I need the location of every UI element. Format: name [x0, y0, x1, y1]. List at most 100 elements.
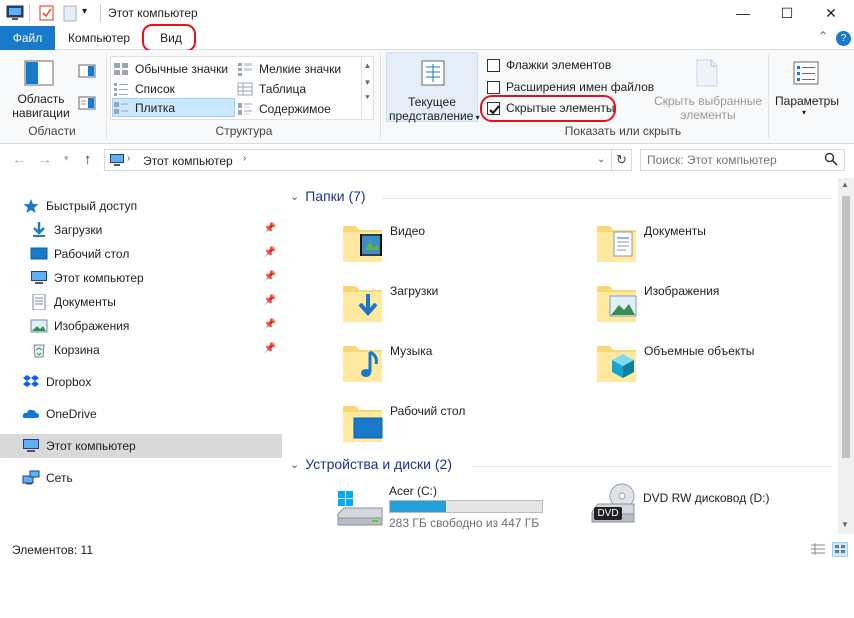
nav-documents[interactable]: Документы 📌 [0, 290, 282, 314]
layout-small-icons[interactable]: Мелкие значки [237, 59, 359, 78]
content-icon [237, 102, 253, 116]
folder-videos[interactable]: Видео [342, 220, 592, 276]
nav-desktop-label: Рабочий стол [54, 247, 130, 261]
maximize-button[interactable]: ☐ [764, 0, 810, 26]
preview-pane-icon[interactable] [78, 64, 96, 78]
collapse-ribbon-icon[interactable]: ⌃ [818, 29, 828, 43]
address-bar[interactable]: › Этот компьютер › ⌄ ↻ [104, 149, 632, 171]
nav-quick-access[interactable]: Быстрый доступ [0, 194, 282, 218]
pin-icon[interactable]: 📌 [264, 343, 276, 354]
collapse-chevron-icon[interactable]: ⌄ [290, 190, 299, 203]
file-extensions-checkbox[interactable] [487, 80, 500, 94]
search-input[interactable] [647, 152, 819, 168]
vertical-scrollbar[interactable]: ▲ ▼ [838, 178, 854, 534]
folder-videos-label: Видео [390, 224, 426, 238]
folder-music[interactable]: Музыка [342, 340, 592, 396]
properties-icon[interactable] [38, 4, 56, 22]
scroll-up-icon[interactable]: ▲ [841, 180, 849, 189]
large-icons-icon [113, 62, 129, 76]
tab-computer[interactable]: Компьютер [62, 26, 136, 50]
hide-selected-label-1: Скрыть выбранные [653, 94, 763, 108]
pin-icon[interactable]: 📌 [264, 223, 276, 234]
computer-icon [22, 438, 40, 454]
nav-pictures[interactable]: Изображения 📌 [0, 314, 282, 338]
nav-this-pc[interactable]: Этот компьютер [0, 434, 282, 458]
back-icon[interactable]: ← [12, 151, 26, 167]
forward-icon[interactable]: → [38, 151, 52, 167]
nav-network[interactable]: Сеть [0, 466, 282, 490]
nav-dropbox[interactable]: Dropbox [0, 370, 282, 394]
item-checkboxes-toggle[interactable]: Флажки элементов [487, 58, 611, 72]
breadcrumb-separator-icon[interactable]: › [127, 153, 130, 164]
structure-group-label: Структура [215, 124, 273, 138]
section-divider [382, 198, 832, 199]
search-box[interactable] [640, 149, 845, 171]
pin-icon[interactable]: 📌 [264, 271, 276, 282]
gallery-scroll[interactable]: ▲ ▼ ⯆ [361, 57, 373, 119]
folders-section-header[interactable]: ⌄ Папки (7) [290, 188, 366, 204]
folder-documents[interactable]: Документы [596, 220, 846, 276]
layout-tiles[interactable]: Плитка [112, 98, 235, 117]
hide-selected-button[interactable]: Скрыть выбранные элементы [652, 54, 764, 122]
file-extensions-toggle[interactable]: Расширения имен файлов [487, 80, 654, 94]
layout-details-label: Таблица [259, 81, 307, 96]
pin-icon[interactable]: 📌 [264, 247, 276, 258]
layout-details[interactable]: Таблица [237, 79, 359, 98]
recent-locations-icon[interactable]: ▾ [64, 153, 69, 164]
highlight-oval [480, 95, 616, 122]
breadcrumb-separator-icon[interactable]: › [243, 153, 246, 164]
documents-icon [30, 293, 48, 311]
current-view-button[interactable]: Текущее представление ▾ [386, 52, 480, 123]
folder-3d-objects[interactable]: Объемные объекты [596, 340, 846, 396]
devices-section-header[interactable]: ⌄ Устройства и диски (2) [290, 456, 452, 472]
pin-icon[interactable]: 📌 [264, 295, 276, 306]
details-pane-icon[interactable] [78, 96, 96, 110]
options-button[interactable]: Параметры ▾ [772, 54, 842, 122]
nav-recycle-bin[interactable]: Корзина 📌 [0, 338, 282, 362]
layout-content[interactable]: Содержимое [237, 99, 359, 118]
folder-pictures[interactable]: Изображения [596, 280, 846, 336]
close-button[interactable]: ✕ [808, 0, 854, 26]
hide-selected-icon [694, 58, 720, 88]
onedrive-icon [22, 406, 40, 422]
scrollbar-thumb[interactable] [842, 196, 850, 458]
list-icon [113, 82, 129, 96]
drive-c-free-space: 283 ГБ свободно из 447 ГБ [389, 516, 540, 530]
up-icon[interactable]: ↑ [84, 151, 92, 168]
layout-large-icons[interactable]: Обычные значки [113, 59, 235, 78]
refresh-icon[interactable]: ↻ [616, 152, 627, 168]
pictures-folder-icon [596, 280, 638, 327]
nav-downloads[interactable]: Загрузки 📌 [0, 218, 282, 242]
item-checkboxes-checkbox[interactable] [487, 58, 500, 72]
navigation-pane-button[interactable]: Область навигации [8, 54, 74, 122]
search-icon[interactable] [824, 152, 838, 166]
collapse-chevron-icon[interactable]: ⌄ [290, 458, 299, 471]
nav-onedrive[interactable]: OneDrive [0, 402, 282, 426]
nav-this-pc-label: Этот компьютер [46, 439, 136, 453]
areas-group-label: Области [28, 124, 76, 138]
minimize-button[interactable]: — [720, 0, 766, 26]
customize-qat-icon[interactable]: ▾ [82, 6, 87, 17]
tab-file[interactable]: Файл [0, 26, 55, 50]
breadcrumb-this-pc[interactable]: Этот компьютер [143, 154, 233, 168]
large-icons-view-icon[interactable] [832, 542, 848, 557]
help-icon[interactable]: ? [836, 31, 851, 46]
nav-network-label: Сеть [46, 471, 73, 485]
drive-c[interactable]: Acer (C:) 283 ГБ свободно из 447 ГБ [336, 482, 606, 532]
nav-desktop[interactable]: Рабочий стол 📌 [0, 242, 282, 266]
scroll-down-icon[interactable]: ▼ [841, 520, 849, 529]
pin-icon[interactable]: 📌 [264, 319, 276, 330]
layout-tiles-label: Плитка [135, 100, 176, 115]
folder-downloads[interactable]: Загрузки [342, 280, 592, 336]
folder-desktop[interactable]: Рабочий стол [342, 400, 592, 456]
current-view-icon [420, 59, 446, 87]
drive-d[interactable]: DVD DVD RW дисковод (D:) [590, 482, 830, 532]
nav-this-pc-quick[interactable]: Этот компьютер 📌 [0, 266, 282, 290]
layout-small-icons-label: Мелкие значки [259, 61, 342, 76]
details-view-icon[interactable] [810, 543, 826, 556]
new-folder-icon[interactable] [62, 4, 80, 22]
layout-gallery: Обычные значки Мелкие значки Список Табл… [110, 56, 374, 120]
folder-3d-objects-label: Объемные объекты [644, 344, 755, 358]
layout-list[interactable]: Список [113, 79, 235, 98]
address-dropdown-icon[interactable]: ⌄ [597, 154, 605, 165]
